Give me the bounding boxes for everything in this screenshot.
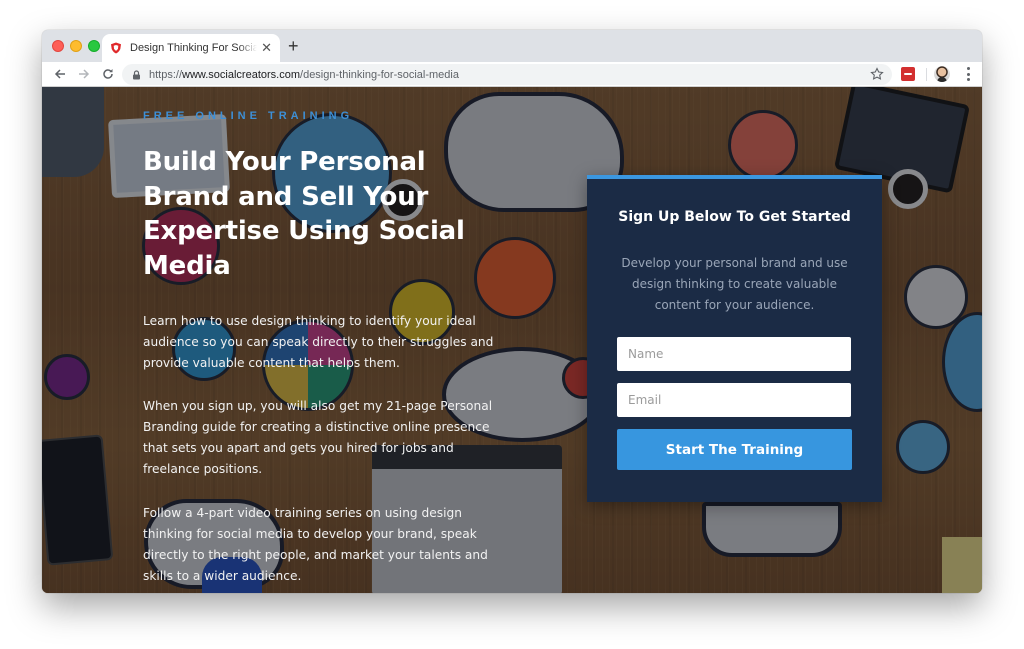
tab-title: Design Thinking For Social Media [130, 42, 258, 54]
reload-button[interactable] [96, 62, 120, 86]
close-window-button[interactable] [52, 40, 64, 52]
close-tab-icon[interactable]: ✕ [261, 40, 272, 56]
back-button[interactable] [48, 62, 72, 86]
kebab-menu-icon[interactable] [966, 67, 970, 81]
email-input[interactable] [617, 383, 851, 417]
url-text: https://www.socialcreators.com/design-th… [149, 69, 459, 81]
arrow-right-icon [79, 69, 90, 79]
lock-icon [132, 69, 141, 80]
tab-strip: Design Thinking For Social Media ✕ + [42, 30, 982, 62]
forward-button[interactable] [72, 62, 96, 86]
address-bar[interactable]: https://www.socialcreators.com/design-th… [122, 64, 892, 85]
signup-description: Develop your personal brand and use desi… [621, 256, 848, 312]
signup-title: Sign Up Below To Get Started [618, 209, 851, 225]
page-headline: Build Your Personal Brand and Sell Your … [143, 147, 465, 281]
profile-avatar[interactable] [934, 66, 950, 82]
url-path: /design-thinking-for-social-media [300, 68, 459, 81]
intro-paragraph-1: Learn how to use design thinking to iden… [143, 314, 494, 370]
eyebrow-label: FREE ONLINE TRAINING [143, 110, 354, 122]
browser-tab-active[interactable]: Design Thinking For Social Media ✕ [102, 34, 280, 62]
toolbar-divider [926, 68, 927, 81]
browser-window: Design Thinking For Social Media ✕ + htt… [42, 30, 982, 593]
intro-paragraph-2: When you sign up, you will also get my 2… [143, 399, 493, 476]
bookmark-star-icon[interactable] [870, 67, 884, 81]
signup-card: Sign Up Below To Get Started Develop you… [587, 175, 882, 502]
browser-toolbar: https://www.socialcreators.com/design-th… [42, 62, 982, 87]
arrow-left-icon [54, 69, 65, 79]
reload-icon [103, 69, 113, 79]
page-viewport: FREE ONLINE TRAINING Build Your Personal… [42, 87, 982, 593]
maximize-window-button[interactable] [88, 40, 100, 52]
start-training-button[interactable]: Start The Training [617, 429, 852, 470]
url-scheme: https:// [149, 68, 183, 81]
shield-favicon-icon [110, 42, 122, 54]
minimize-window-button[interactable] [70, 40, 82, 52]
extension-icon[interactable] [901, 67, 915, 81]
new-tab-button[interactable]: + [288, 36, 299, 56]
intro-paragraph-3: Follow a 4-part video training series on… [143, 506, 488, 583]
name-input[interactable] [617, 337, 851, 371]
url-host: www.socialcreators.com [182, 68, 301, 81]
